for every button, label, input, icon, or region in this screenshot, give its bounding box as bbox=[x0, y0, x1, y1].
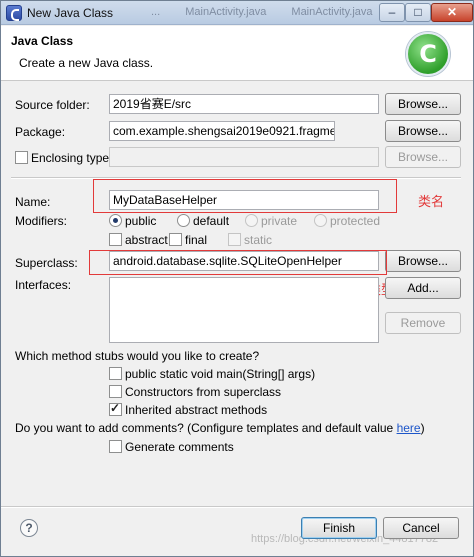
background-tab: MainActivity.java bbox=[291, 6, 373, 18]
wizard-title: Java Class bbox=[11, 34, 74, 48]
modifier-public-label: public bbox=[125, 214, 157, 228]
stub-inherited-label: Inherited abstract methods bbox=[125, 403, 268, 417]
name-highlight-box bbox=[93, 179, 397, 213]
name-label: Name: bbox=[15, 195, 51, 209]
stub-main-label: public static void main(String[] args) bbox=[125, 367, 316, 381]
eclipse-app-icon bbox=[6, 5, 22, 21]
modifier-default-radio[interactable] bbox=[177, 214, 190, 227]
source-folder-input[interactable]: 2019省赛E/src bbox=[109, 94, 379, 114]
modifier-final-label: final bbox=[185, 233, 208, 247]
background-tab: ... bbox=[151, 6, 161, 18]
configure-templates-link[interactable]: here bbox=[397, 421, 421, 435]
maximize-button[interactable]: □ bbox=[405, 3, 431, 22]
modifiers-label: Modifiers: bbox=[15, 214, 68, 228]
footer-divider bbox=[1, 506, 473, 508]
modifier-final-checkbox[interactable] bbox=[169, 233, 182, 246]
new-java-class-dialog: New Java Class ... MainActivity.java Mai… bbox=[0, 0, 474, 557]
interfaces-list[interactable] bbox=[109, 277, 379, 343]
modifier-abstract-label: abstract bbox=[125, 233, 168, 247]
modifier-static-label: static bbox=[244, 233, 273, 247]
modifier-static-checkbox[interactable] bbox=[228, 233, 241, 246]
name-annotation: 类名 bbox=[418, 194, 445, 209]
package-browse-button[interactable]: Browse... bbox=[385, 120, 461, 142]
help-icon[interactable]: ? bbox=[20, 519, 38, 537]
minimize-button[interactable]: – bbox=[379, 3, 405, 22]
window-title: New Java Class bbox=[27, 6, 114, 20]
generate-comments-label: Generate comments bbox=[125, 440, 234, 454]
background-tab: MainActivity.java bbox=[185, 6, 267, 18]
enclosing-type-browse-button[interactable]: Browse... bbox=[385, 146, 461, 168]
enclosing-type-checkbox[interactable] bbox=[15, 151, 28, 164]
comments-question-text: Do you want to add comments? (Configure … bbox=[15, 421, 397, 435]
modifier-default-label: default bbox=[193, 214, 230, 228]
modifier-public-radio[interactable] bbox=[109, 214, 122, 227]
stub-inherited-checkbox[interactable] bbox=[109, 401, 122, 416]
package-label: Package: bbox=[15, 125, 66, 139]
enclosing-type-input[interactable] bbox=[109, 147, 379, 167]
finish-button[interactable]: Finish bbox=[301, 517, 377, 539]
title-bar: New Java Class ... MainActivity.java Mai… bbox=[1, 1, 473, 25]
superclass-browse-button[interactable]: Browse... bbox=[385, 250, 461, 272]
modifier-protected-radio[interactable] bbox=[314, 214, 327, 227]
generate-comments-checkbox[interactable] bbox=[109, 440, 122, 453]
modifier-private-radio[interactable] bbox=[245, 214, 258, 227]
stub-constructors-checkbox[interactable] bbox=[109, 385, 122, 398]
cancel-button[interactable]: Cancel bbox=[383, 517, 459, 539]
superclass-label: Superclass: bbox=[15, 256, 78, 270]
source-folder-label: Source folder: bbox=[15, 98, 90, 112]
interfaces-label: Interfaces: bbox=[15, 278, 72, 292]
method-stubs-question: Which method stubs would you like to cre… bbox=[15, 349, 260, 363]
wizard-description: Create a new Java class. bbox=[19, 56, 154, 70]
superclass-highlight-box bbox=[89, 250, 387, 275]
comments-question: Do you want to add comments? (Configure … bbox=[15, 421, 425, 435]
modifier-private-label: private bbox=[261, 214, 298, 228]
interfaces-add-button[interactable]: Add... bbox=[385, 277, 461, 299]
comments-question-suffix: ) bbox=[420, 421, 425, 435]
java-class-wizard-icon bbox=[406, 32, 450, 76]
enclosing-type-label: Enclosing type: bbox=[31, 151, 113, 165]
modifier-abstract-checkbox[interactable] bbox=[109, 233, 122, 246]
wizard-header: Java Class Create a new Java class. bbox=[1, 26, 473, 81]
modifier-protected-label: protected bbox=[330, 214, 381, 228]
close-button[interactable]: ✕ bbox=[431, 3, 473, 22]
interfaces-remove-button[interactable]: Remove bbox=[385, 312, 461, 334]
stub-constructors-label: Constructors from superclass bbox=[125, 385, 282, 399]
package-input[interactable]: com.example.shengsai2019e0921.fragment bbox=[109, 121, 335, 141]
source-folder-browse-button[interactable]: Browse... bbox=[385, 93, 461, 115]
background-editor-tabs: ... MainActivity.java MainActivity.java bbox=[151, 6, 395, 18]
stub-main-checkbox[interactable] bbox=[109, 367, 122, 380]
